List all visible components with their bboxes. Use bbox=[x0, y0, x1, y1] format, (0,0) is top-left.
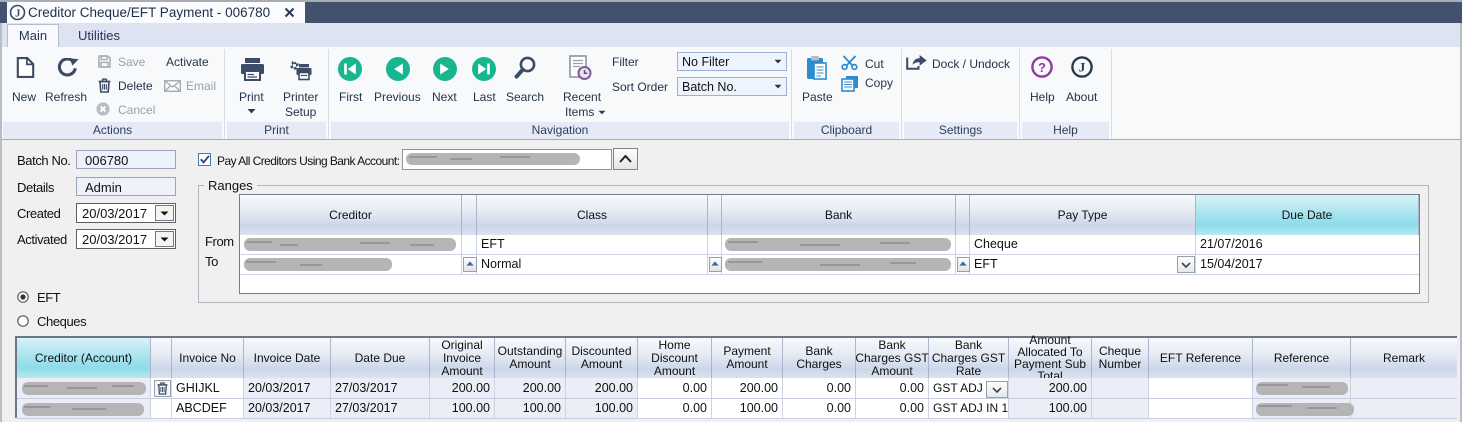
svg-text:J: J bbox=[15, 8, 20, 19]
svg-text:?: ? bbox=[1038, 60, 1046, 75]
svg-text:J: J bbox=[1079, 60, 1086, 75]
